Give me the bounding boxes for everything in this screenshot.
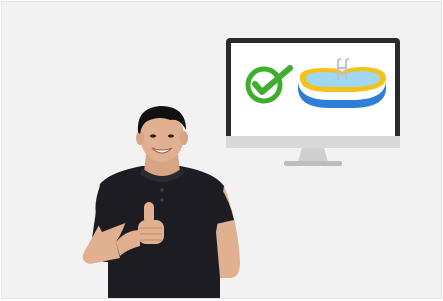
shirt-button bbox=[160, 198, 164, 202]
thumbs-up-icon bbox=[144, 202, 154, 224]
ear bbox=[180, 131, 188, 145]
monitor-chin bbox=[226, 136, 400, 148]
man-thumbs-up bbox=[80, 102, 248, 298]
monitor-graphic bbox=[226, 38, 400, 166]
person-graphic bbox=[82, 106, 240, 298]
monitor-stand-neck bbox=[298, 148, 328, 162]
right-sleeve bbox=[212, 186, 234, 224]
eye bbox=[150, 134, 156, 138]
eye bbox=[168, 134, 174, 138]
photo-scene bbox=[1, 1, 442, 299]
shirt-button bbox=[160, 188, 164, 192]
monitor-stand-base bbox=[284, 161, 342, 166]
desktop-monitor bbox=[226, 38, 400, 168]
